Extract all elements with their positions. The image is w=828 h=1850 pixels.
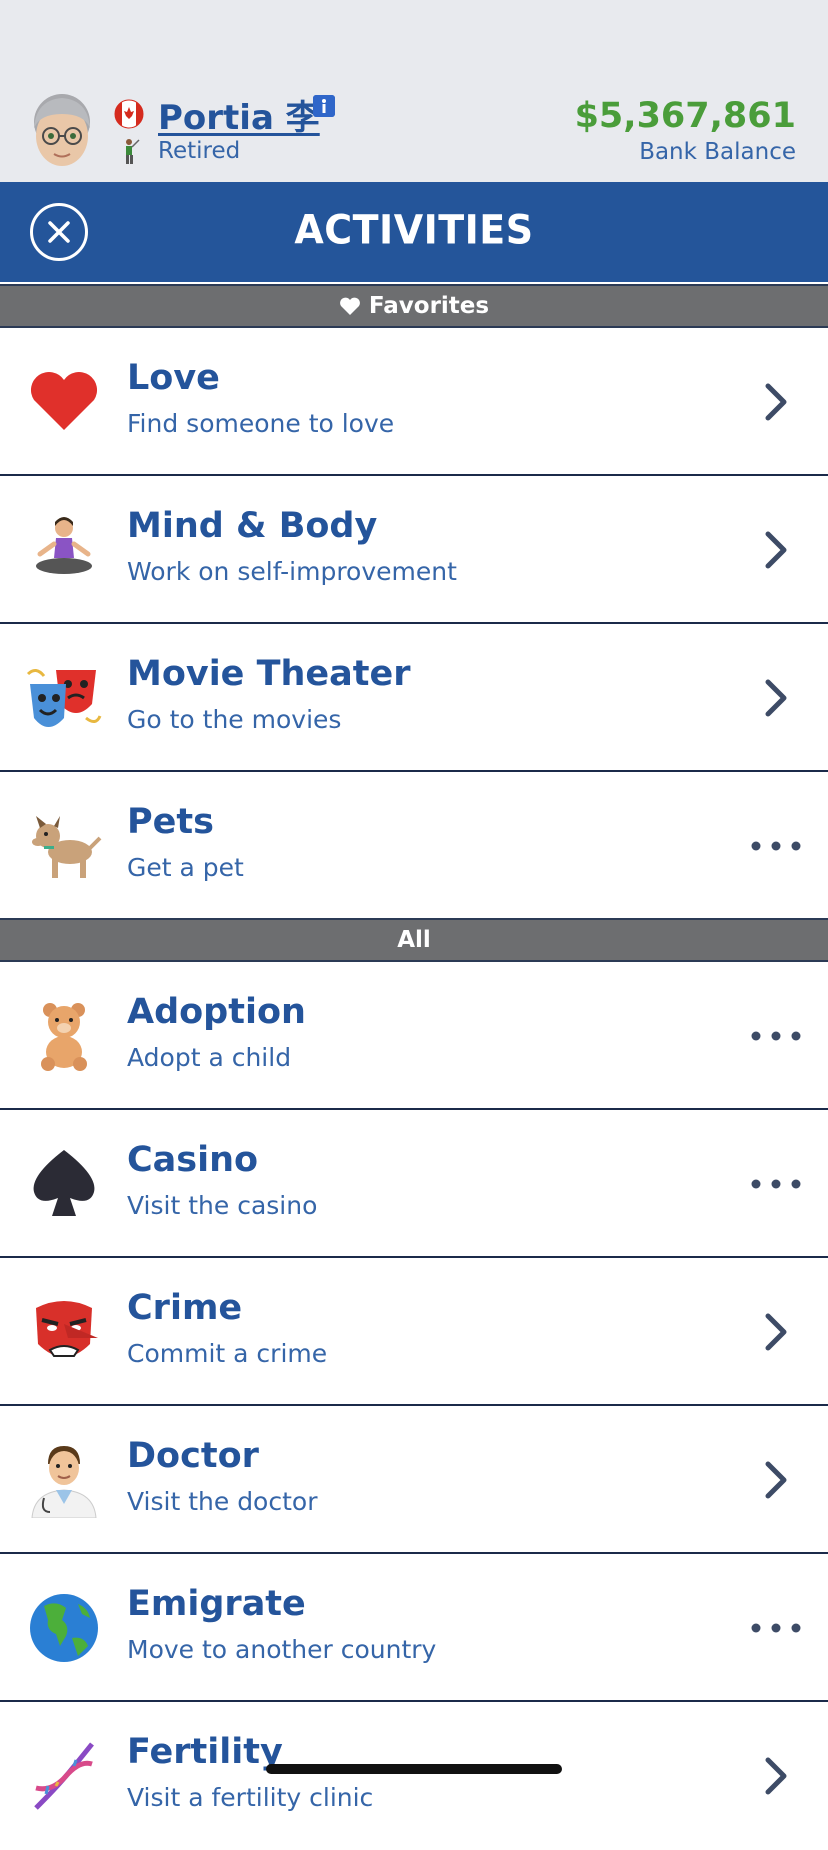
section-all-label: All [397, 927, 431, 953]
activity-subtitle: Move to another country [127, 1635, 437, 1664]
activity-row-love[interactable]: Love Find someone to love [0, 328, 828, 476]
activity-subtitle: Go to the movies [127, 705, 342, 734]
activity-row-fertility[interactable]: Fertility Visit a fertility clinic [0, 1702, 828, 1850]
activity-title: Mind & Body [127, 506, 378, 546]
goblin-mask-icon [36, 1301, 98, 1357]
activity-subtitle: Get a pet [127, 853, 244, 882]
activity-row-pets[interactable]: Pets Get a pet [0, 772, 828, 920]
theater-masks-icon [26, 669, 102, 727]
chevron-right-icon[interactable] [746, 1746, 806, 1806]
occupation-label: Retired [158, 138, 241, 164]
activity-subtitle: Visit the casino [127, 1191, 318, 1220]
teddy-bear-icon [41, 1003, 87, 1071]
info-icon[interactable] [313, 95, 335, 117]
golfer-icon [126, 139, 140, 164]
chevron-right-icon[interactable] [746, 1450, 806, 1510]
activity-subtitle: Visit a fertility clinic [127, 1783, 374, 1812]
activity-row-adoption[interactable]: Adoption Adopt a child [0, 962, 828, 1110]
activity-row-doctor[interactable]: Doctor Visit the doctor [0, 1406, 828, 1554]
activity-subtitle: Work on self-improvement [127, 557, 457, 586]
activity-row-mind-body[interactable]: Mind & Body Work on self-improvement [0, 476, 828, 624]
activity-subtitle: Adopt a child [127, 1043, 292, 1072]
more-options-icon[interactable] [746, 1598, 806, 1658]
activity-title: Movie Theater [127, 654, 411, 694]
chevron-right-icon[interactable] [746, 372, 806, 432]
activity-title: Casino [127, 1140, 259, 1180]
section-favorites-label: Favorites [368, 293, 490, 319]
activity-title: Adoption [127, 992, 306, 1032]
chevron-right-icon[interactable] [746, 520, 806, 580]
activity-subtitle: Find someone to love [127, 409, 395, 438]
more-options-icon[interactable] [746, 816, 806, 876]
activity-row-casino[interactable]: Casino Visit the casino [0, 1110, 828, 1258]
activity-title: Pets [127, 802, 214, 842]
more-options-icon[interactable] [746, 1006, 806, 1066]
heart-small-icon [339, 297, 360, 315]
activity-title: Crime [127, 1288, 243, 1328]
activity-subtitle: Visit the doctor [127, 1487, 318, 1516]
activity-title: Doctor [127, 1436, 259, 1476]
dna-icon [34, 1742, 94, 1810]
activity-row-movie-theater[interactable]: Movie Theater Go to the movies [0, 624, 828, 772]
activity-title: Love [127, 358, 220, 398]
heart-icon [30, 371, 98, 430]
elderly-woman-icon[interactable] [26, 92, 98, 172]
bank-balance-label: Bank Balance [639, 139, 796, 165]
page-title: ACTIVITIES [294, 206, 534, 254]
meditation-icon [36, 517, 92, 574]
activity-row-crime[interactable]: Crime Commit a crime [0, 1258, 828, 1406]
activity-title: Emigrate [127, 1584, 306, 1624]
home-indicator[interactable] [266, 1764, 562, 1774]
activity-row-emigrate[interactable]: Emigrate Move to another country [0, 1554, 828, 1702]
activity-title: Fertility [127, 1732, 283, 1772]
section-favorites: Favorites [0, 284, 828, 328]
bank-balance-value: $5,367,861 [574, 96, 796, 136]
chevron-right-icon[interactable] [746, 1302, 806, 1362]
canada-flag-icon [114, 99, 144, 129]
player-name-link[interactable]: Portia 李 [158, 90, 320, 139]
activity-subtitle: Commit a crime [127, 1339, 328, 1368]
globe-icon [30, 1594, 98, 1662]
spade-icon [33, 1150, 95, 1216]
section-all: All [0, 918, 828, 962]
more-options-icon[interactable] [746, 1154, 806, 1214]
dog-icon [32, 816, 102, 878]
doctor-icon [31, 1446, 97, 1518]
chevron-right-icon[interactable] [746, 668, 806, 728]
